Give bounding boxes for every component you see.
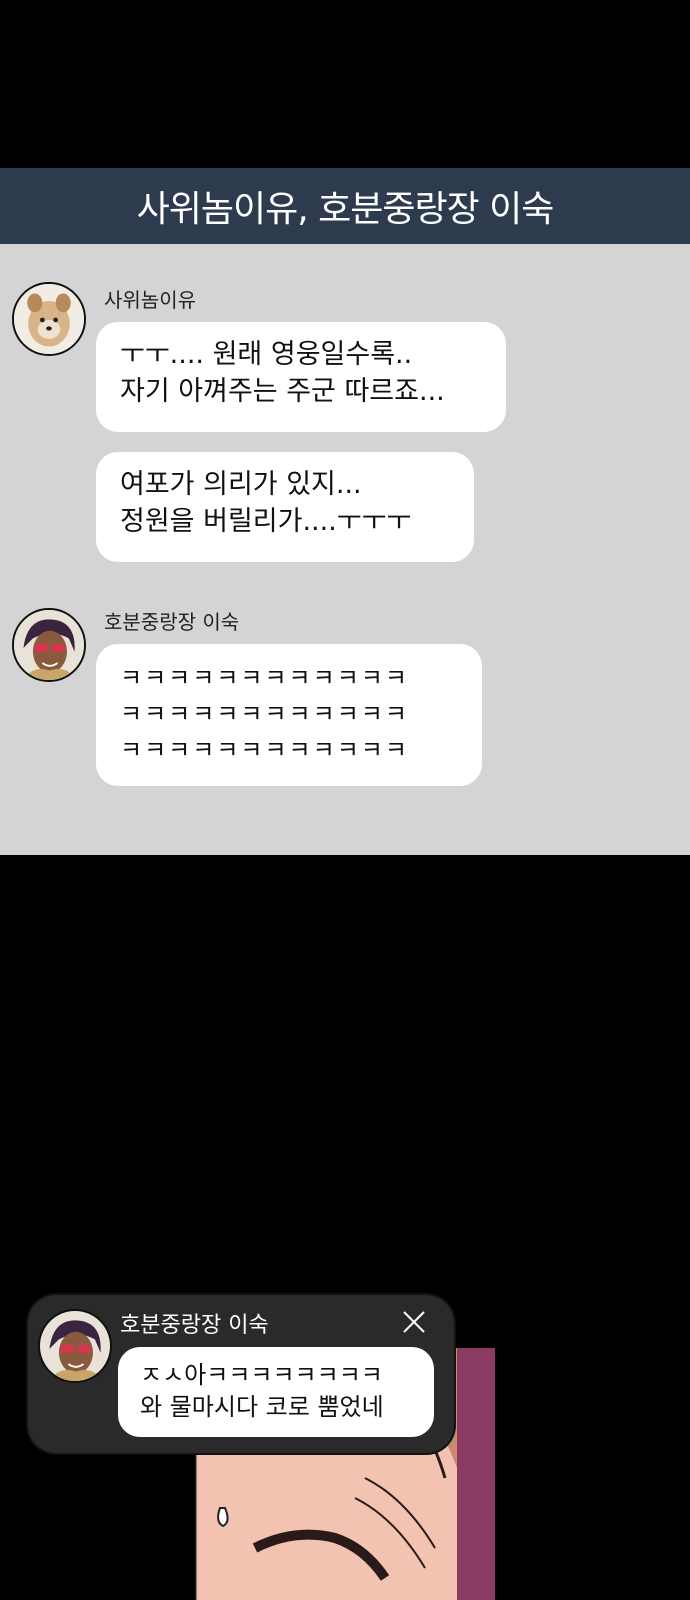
sunglasses-man-avatar-icon: [38, 1309, 112, 1383]
sunglasses-man-avatar-icon[interactable]: [12, 608, 86, 682]
message-bubble: 여포가 의리가 있지... 정원을 버릴리가....ㅜㅜㅜ: [96, 452, 474, 562]
message-notification[interactable]: 호분중랑장 이숙 ㅈㅅ아ㅋㅋㅋㅋㅋㅋㅋㅋ 와 물마시다 코로 뿜었네: [28, 1295, 454, 1453]
close-icon[interactable]: [401, 1309, 427, 1335]
chat-header: 사위놈이유, 호분중랑장 이숙: [0, 168, 690, 244]
dog-avatar-icon[interactable]: [12, 282, 86, 356]
sender-name: 사위놈이유: [104, 288, 196, 312]
sender-name: 호분중랑장 이숙: [104, 610, 240, 634]
chat-title: 사위놈이유, 호분중랑장 이숙: [136, 189, 555, 230]
notification-sender: 호분중랑장 이숙: [120, 1313, 269, 1338]
chat-body: 사위놈이유 ㅜㅜ.... 원래 영웅일수록.. 자기 아껴주는 주군 따르죠..…: [0, 244, 690, 855]
message-bubble: ㅋㅋㅋㅋㅋㅋㅋㅋㅋㅋㅋㅋ ㅋㅋㅋㅋㅋㅋㅋㅋㅋㅋㅋㅋ ㅋㅋㅋㅋㅋㅋㅋㅋㅋㅋㅋㅋ: [96, 644, 482, 786]
message-bubble: ㅜㅜ.... 원래 영웅일수록.. 자기 아껴주는 주군 따르죠...: [96, 322, 506, 432]
notification-message: ㅈㅅ아ㅋㅋㅋㅋㅋㅋㅋㅋ 와 물마시다 코로 뿜었네: [118, 1347, 434, 1437]
